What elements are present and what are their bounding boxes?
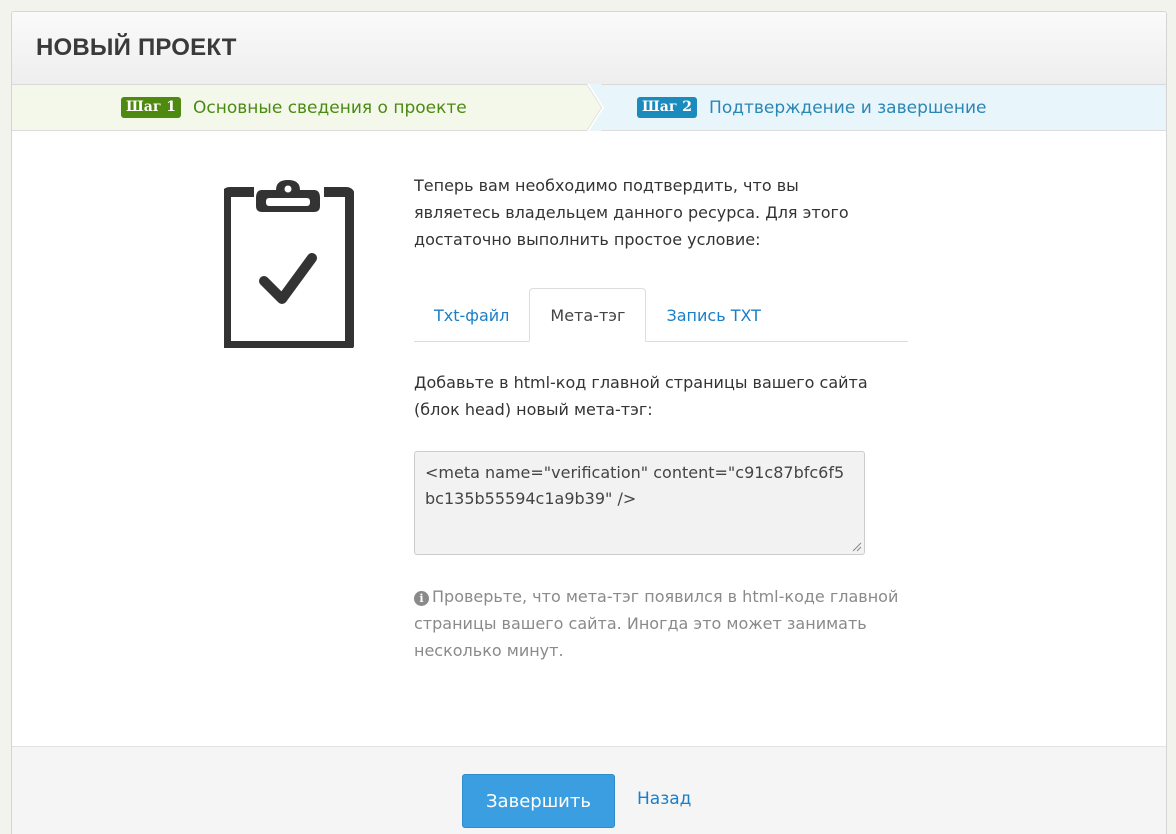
step-2: Шаг 2 Подтверждение и завершение — [602, 85, 1166, 130]
meta-instruction: Добавьте в html-код главной страницы ваш… — [414, 373, 868, 419]
finish-button[interactable]: Завершить — [462, 774, 615, 828]
step-1[interactable]: Шаг 1 Основные сведения о проекте — [12, 85, 602, 130]
step-separator-arrow-icon — [587, 84, 621, 131]
page-title: НОВЫЙ ПРОЕКТ — [36, 34, 237, 61]
tab-txt-record[interactable]: Запись TXT — [646, 289, 780, 342]
verification-content: Теперь вам необходимо подтвердить, что в… — [414, 172, 914, 664]
step-2-label: Подтверждение и завершение — [709, 97, 987, 118]
verification-tabs: Txt-файл Мета-тэг Запись TXT — [414, 288, 908, 342]
panel-footer: Завершить Назад — [12, 746, 1166, 834]
hint-text: i Проверьте, что мета-тэг появился в html… — [414, 583, 904, 664]
intro-text: Теперь вам необходимо подтвердить, что в… — [414, 176, 849, 249]
info-circle-icon: i — [414, 591, 429, 606]
resize-grip-icon[interactable] — [852, 542, 862, 552]
hint-message: Проверьте, что мета-тэг появился в html-… — [414, 587, 899, 660]
clipboard-check-icon — [224, 180, 354, 348]
tab-txt-file[interactable]: Txt-файл — [414, 289, 529, 342]
back-link[interactable]: Назад — [637, 789, 691, 809]
tab-meta-tag[interactable]: Мета-тэг — [529, 288, 647, 342]
meta-tag-code-field[interactable]: <meta name="verification" content="c91c8… — [414, 451, 865, 555]
step-1-badge: Шаг 1 — [121, 97, 182, 118]
new-project-panel: НОВЫЙ ПРОЕКТ Шаг 1 Основные сведения о п… — [11, 11, 1167, 834]
meta-tag-code: <meta name="verification" content="c91c8… — [425, 463, 845, 508]
step-1-label: Основные сведения о проекте — [193, 97, 467, 118]
wizard-steps: Шаг 1 Основные сведения о проекте Шаг 2 … — [12, 84, 1166, 131]
step-2-badge: Шаг 2 — [637, 97, 698, 118]
panel-header: НОВЫЙ ПРОЕКТ — [12, 12, 1166, 85]
